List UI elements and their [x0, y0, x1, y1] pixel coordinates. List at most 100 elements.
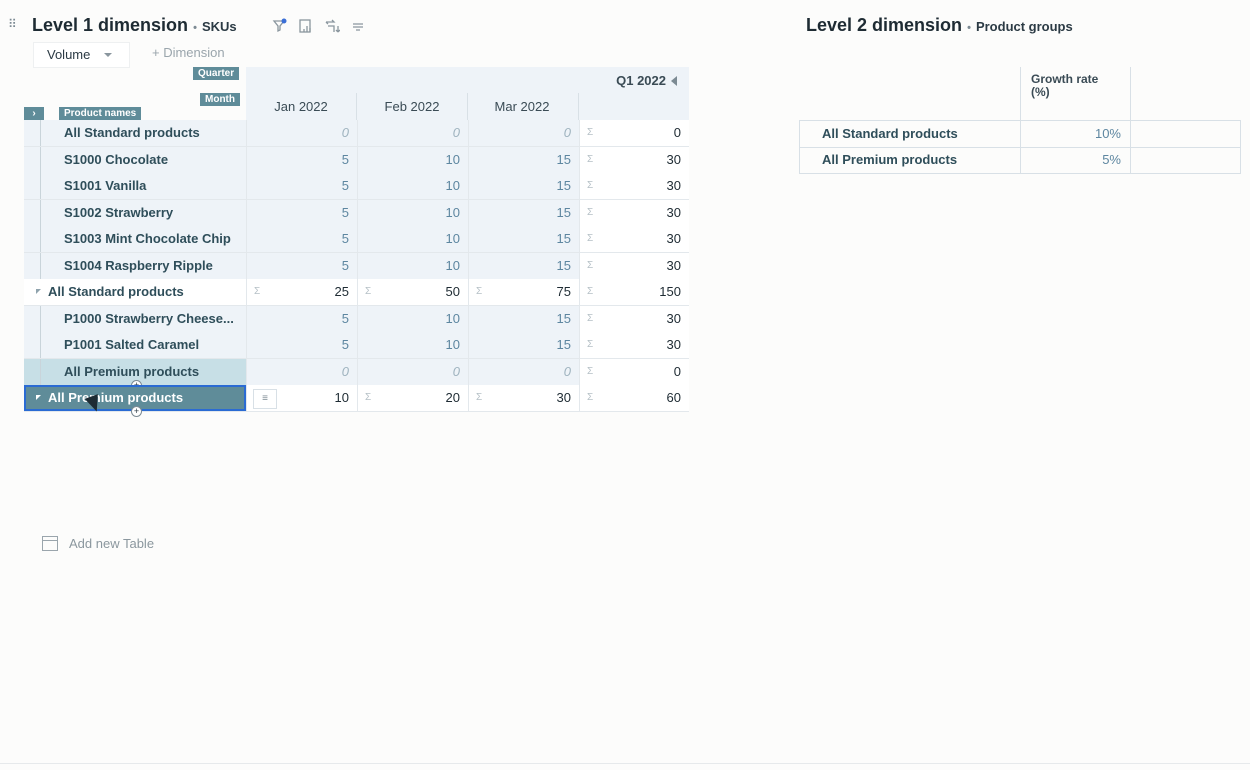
table-cell[interactable]: 10 — [357, 332, 468, 358]
cell-value: 10 — [445, 204, 460, 220]
drag-handle-icon[interactable]: ⠿ — [8, 18, 20, 36]
table-cell[interactable]: 15 — [468, 173, 579, 199]
row-label: S1001 Vanilla — [64, 178, 147, 193]
expand-rows-icon[interactable]: › — [24, 107, 44, 120]
cell-value: 15 — [556, 151, 571, 167]
volume-dropdown[interactable]: Volume — [33, 42, 130, 68]
table-cell[interactable]: 10 — [357, 199, 468, 226]
table-cell[interactable]: Σ 25 — [246, 279, 357, 305]
month-header[interactable]: Jan 2022 — [246, 99, 356, 114]
add-new-table-button[interactable]: Add new Table — [42, 536, 154, 551]
table-cell[interactable]: Σ 30 — [579, 146, 689, 173]
cell-value: 0 — [341, 125, 349, 140]
table-row[interactable]: All Standard products 10% — [799, 121, 1241, 148]
row-label-cell[interactable]: S1001 Vanilla — [24, 173, 246, 199]
sigma-icon: Σ — [365, 392, 372, 403]
table-cell[interactable]: Σ 30 — [579, 199, 689, 226]
table-row[interactable]: P1001 Salted Caramel 5 10 15 Σ 30 — [24, 332, 689, 359]
row-label-cell[interactable]: S1004 Raspberry Ripple — [24, 252, 246, 279]
tree-line — [40, 146, 41, 173]
collapse-left-icon[interactable] — [671, 76, 677, 86]
row-label-cell[interactable]: S1003 Mint Chocolate Chip — [24, 226, 246, 252]
table-cell[interactable]: 10 — [357, 305, 468, 332]
table-cell[interactable]: 0 — [468, 358, 579, 385]
collapse-triangle-icon[interactable] — [36, 289, 41, 294]
table-row[interactable]: All Premium products 5% — [799, 147, 1241, 174]
row-label-cell[interactable]: P1001 Salted Caramel — [24, 332, 246, 358]
table-cell[interactable]: 5 — [246, 146, 357, 173]
cell-value: 30 — [666, 310, 681, 326]
table-cell[interactable]: 10 — [357, 226, 468, 252]
table-row[interactable]: S1003 Mint Chocolate Chip 5 10 15 Σ 30 — [24, 226, 689, 253]
table-cell[interactable]: 0 — [246, 358, 357, 385]
table-cell[interactable]: 0 — [357, 358, 468, 385]
table-cell[interactable]: 15 — [468, 199, 579, 226]
filter-icon[interactable] — [272, 18, 288, 34]
table-row[interactable]: All Premium products 10 Σ 20 Σ 30 Σ 60 ≡ + — [24, 385, 689, 417]
row-label-cell[interactable]: P1000 Strawberry Cheese... — [24, 305, 246, 332]
growth-rate-header[interactable]: Growth rate (%) — [1020, 67, 1131, 120]
table-cell[interactable]: 0 — [357, 120, 468, 146]
table-cell[interactable]: 15 — [468, 332, 579, 358]
table-row[interactable]: P1000 Strawberry Cheese... 5 10 15 Σ 30 — [24, 305, 689, 333]
table-cell[interactable]: Σ0 — [579, 120, 689, 146]
table-add-icon — [42, 536, 58, 551]
table-cell[interactable]: 10 — [357, 252, 468, 279]
table-cell[interactable]: 0 — [468, 120, 579, 146]
row-label-cell[interactable]: All Standard products — [24, 120, 246, 146]
table-cell[interactable]: 15 — [468, 305, 579, 332]
table-cell[interactable]: Σ 30 — [579, 226, 689, 252]
table-cell[interactable]: Σ 150 — [579, 279, 689, 305]
table-cell[interactable]: Σ 30 — [579, 332, 689, 358]
table-cell[interactable]: 5 — [246, 226, 357, 252]
table-cell[interactable]: Σ 30 — [579, 173, 689, 199]
toolbar — [272, 18, 366, 34]
month-header[interactable]: Feb 2022 — [357, 99, 467, 114]
level1-title: Level 1 dimension • SKUs — [32, 15, 237, 36]
add-dimension-button[interactable]: + Dimension — [152, 45, 225, 60]
more-options-icon[interactable] — [350, 18, 366, 34]
table-cell[interactable]: 15 — [468, 226, 579, 252]
table-cell[interactable]: Σ 75 — [468, 279, 579, 305]
row-label-cell[interactable]: S1002 Strawberry — [24, 199, 246, 226]
row-label-cell[interactable]: All Standard products — [24, 279, 246, 305]
table-cell[interactable]: Σ 60 — [579, 385, 689, 411]
table-cell[interactable]: Σ 30 — [468, 385, 579, 411]
table-row[interactable]: All Premium products000Σ0+ — [24, 358, 689, 391]
month-header[interactable]: Mar 2022 — [467, 99, 577, 114]
table-cell[interactable]: Σ 30 — [579, 252, 689, 279]
cell-edit-icon[interactable]: ≡ — [253, 389, 277, 409]
table-cell[interactable]: 5 — [246, 173, 357, 199]
table-row[interactable]: S1001 Vanilla 5 10 15 Σ 30 — [24, 173, 689, 200]
table-cell[interactable]: 5 — [246, 252, 357, 279]
table-row[interactable]: S1004 Raspberry Ripple 5 10 15 Σ 30 — [24, 252, 689, 280]
quarter-header[interactable]: Q1 2022 — [616, 73, 677, 88]
table-row[interactable]: All Standard products 0 0 0 Σ 0 — [24, 120, 689, 147]
table-cell[interactable]: Σ0 — [579, 358, 689, 385]
table-cell[interactable]: 15 — [468, 146, 579, 173]
cell-value: 150 — [659, 284, 681, 299]
level2-title: Level 2 dimension • Product groups — [806, 15, 1073, 36]
table-cell[interactable]: Σ 20 — [357, 385, 468, 411]
chart-icon[interactable] — [298, 18, 314, 34]
table-row[interactable]: All Standard products Σ 25 Σ 50 Σ 75 Σ 150 — [24, 279, 689, 306]
collapse-triangle-icon[interactable] — [36, 395, 41, 400]
table-row[interactable]: S1002 Strawberry 5 10 15 Σ 30 — [24, 199, 689, 227]
table-cell[interactable]: 5 — [246, 305, 357, 332]
table-cell[interactable]: 10 — [357, 173, 468, 199]
table-row[interactable]: S1000 Chocolate 5 10 15 Σ 30 — [24, 146, 689, 174]
row-label: P1001 Salted Caramel — [64, 337, 200, 352]
row-label-cell[interactable]: S1000 Chocolate — [24, 146, 246, 173]
growth-rate-cell[interactable]: 5% — [1020, 147, 1131, 173]
table-cell[interactable]: 10 — [357, 146, 468, 173]
table-cell[interactable]: 15 — [468, 252, 579, 279]
table-cell[interactable]: 0 — [246, 120, 357, 146]
growth-rate-cell[interactable]: 10% — [1020, 121, 1131, 147]
table-cell[interactable]: 5 — [246, 199, 357, 226]
insert-row-icon[interactable]: + — [131, 406, 142, 417]
table-cell[interactable]: Σ 50 — [357, 279, 468, 305]
pivot-icon[interactable] — [324, 18, 341, 34]
table-cell[interactable]: Σ 30 — [579, 305, 689, 332]
table-cell[interactable]: 5 — [246, 332, 357, 358]
product-names-tag: Product names — [59, 107, 142, 120]
